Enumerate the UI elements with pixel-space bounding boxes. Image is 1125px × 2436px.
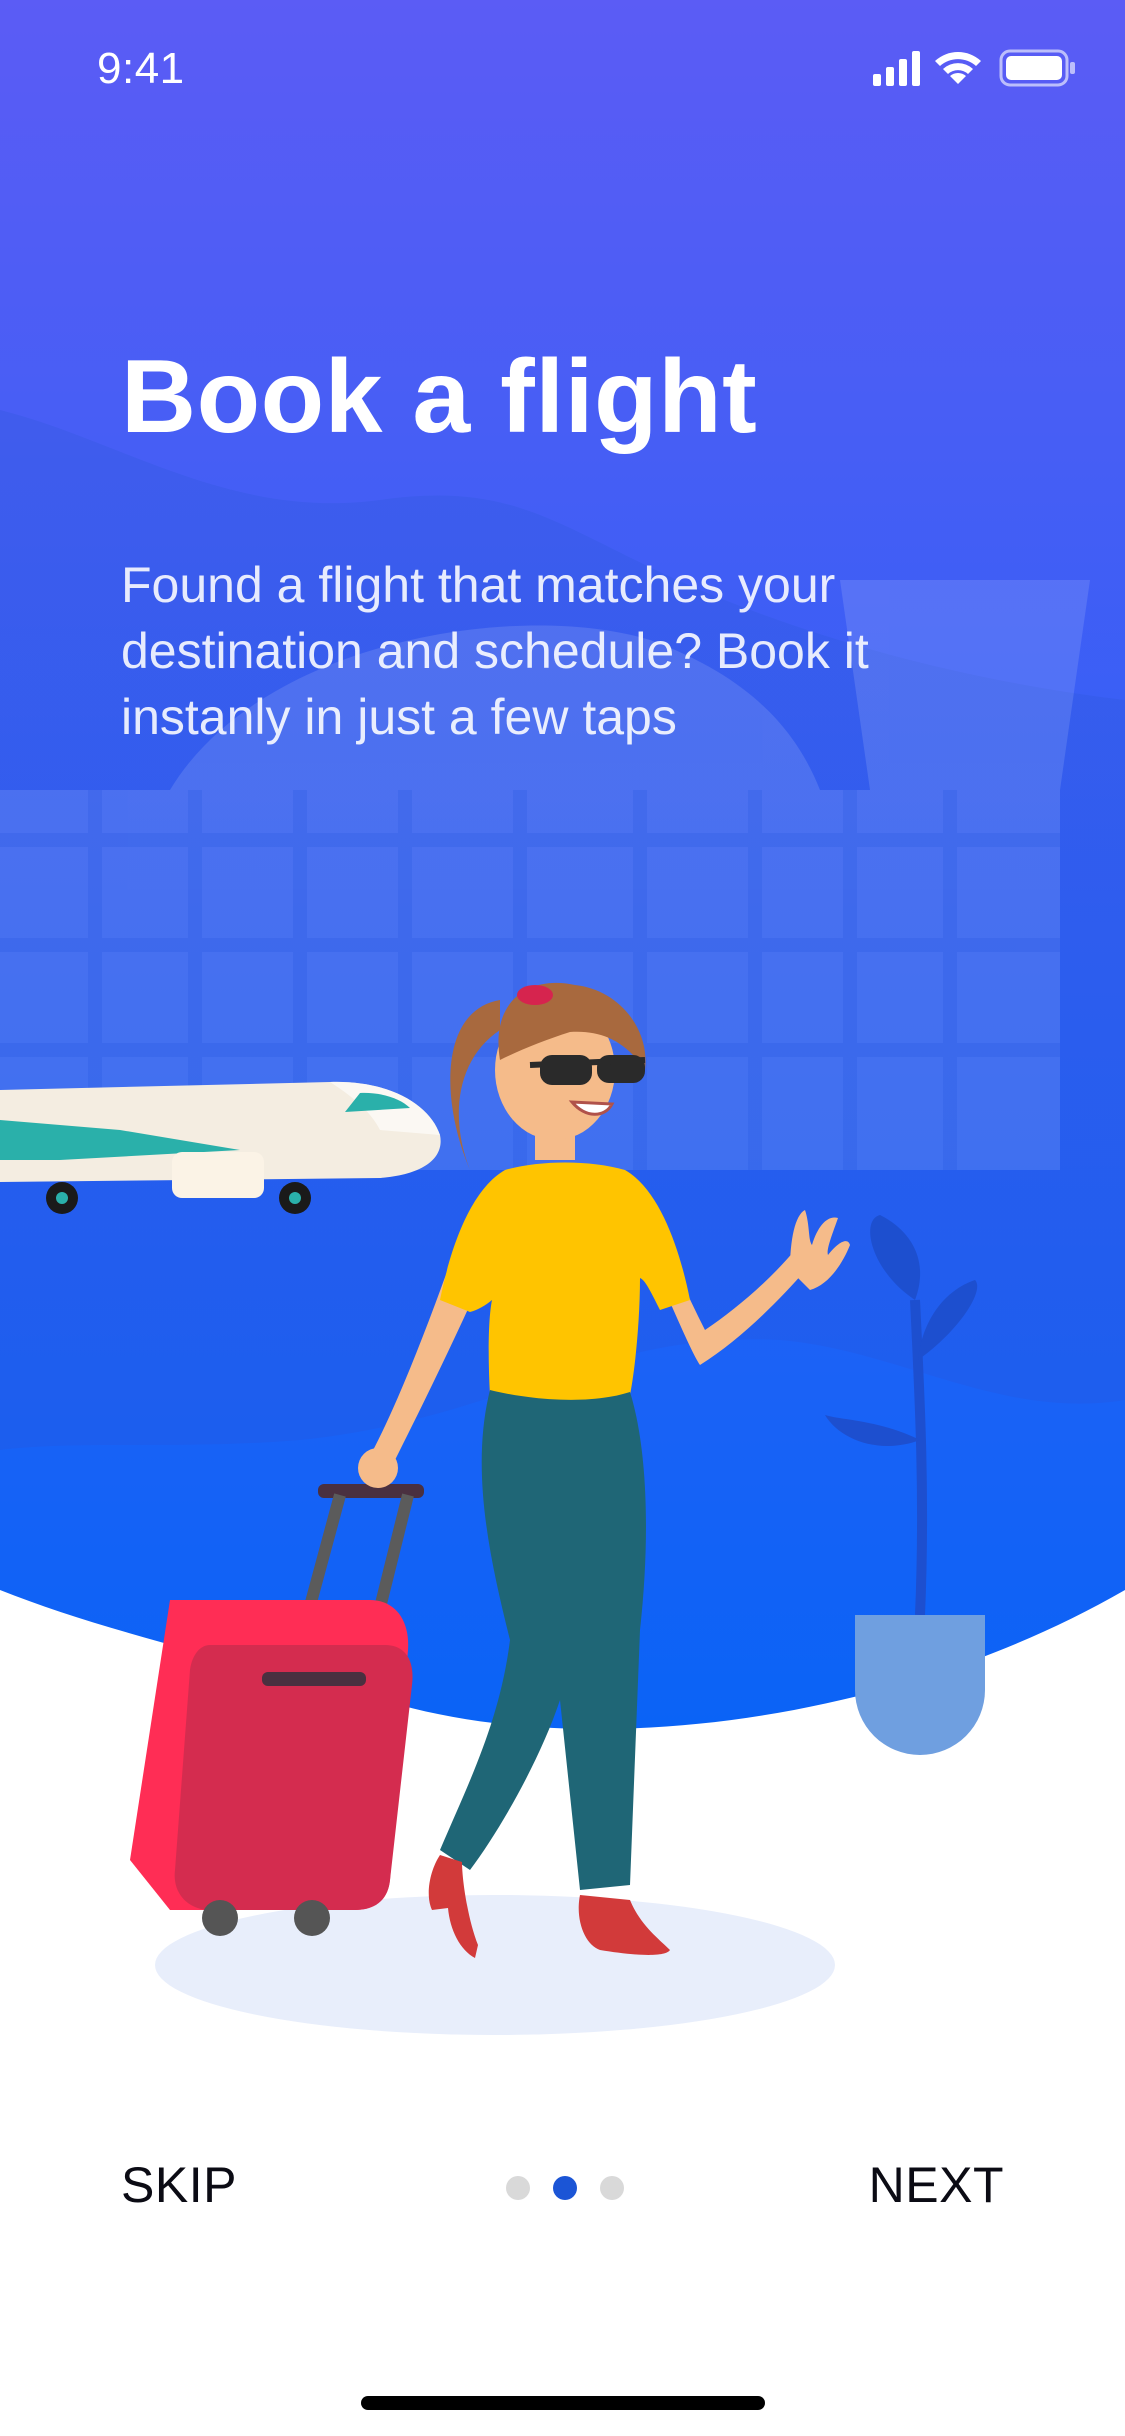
cellular-signal-icon: [873, 51, 920, 86]
page-description: Found a flight that matches your destina…: [121, 557, 869, 745]
travel-illustration: [0, 982, 985, 2035]
page-dot-1[interactable]: [506, 2176, 530, 2200]
onboarding-navigation: SKIP NEXT: [0, 2140, 1125, 2230]
home-indicator[interactable]: [361, 2396, 765, 2410]
airplane-image: [0, 1081, 441, 1214]
potted-plant-image: [825, 1215, 985, 1755]
skip-button[interactable]: SKIP: [121, 2156, 237, 2214]
status-bar: 9:41: [0, 0, 1125, 140]
page-indicator: [506, 2176, 624, 2202]
ground-shadow: [155, 1895, 835, 2035]
wifi-icon: [935, 52, 981, 84]
suitcase-image: [130, 1484, 424, 1936]
onboarding-screen: 9:41 Book a flight Found a flight that m…: [0, 0, 1125, 2436]
next-button[interactable]: NEXT: [869, 2156, 1004, 2214]
battery-icon: [999, 49, 1075, 87]
page-title: Book a flight: [121, 339, 758, 455]
status-time: 9:41: [97, 44, 185, 93]
status-icons: [873, 49, 1075, 87]
page-dot-3[interactable]: [600, 2176, 624, 2200]
page-dot-2-active[interactable]: [553, 2176, 577, 2200]
